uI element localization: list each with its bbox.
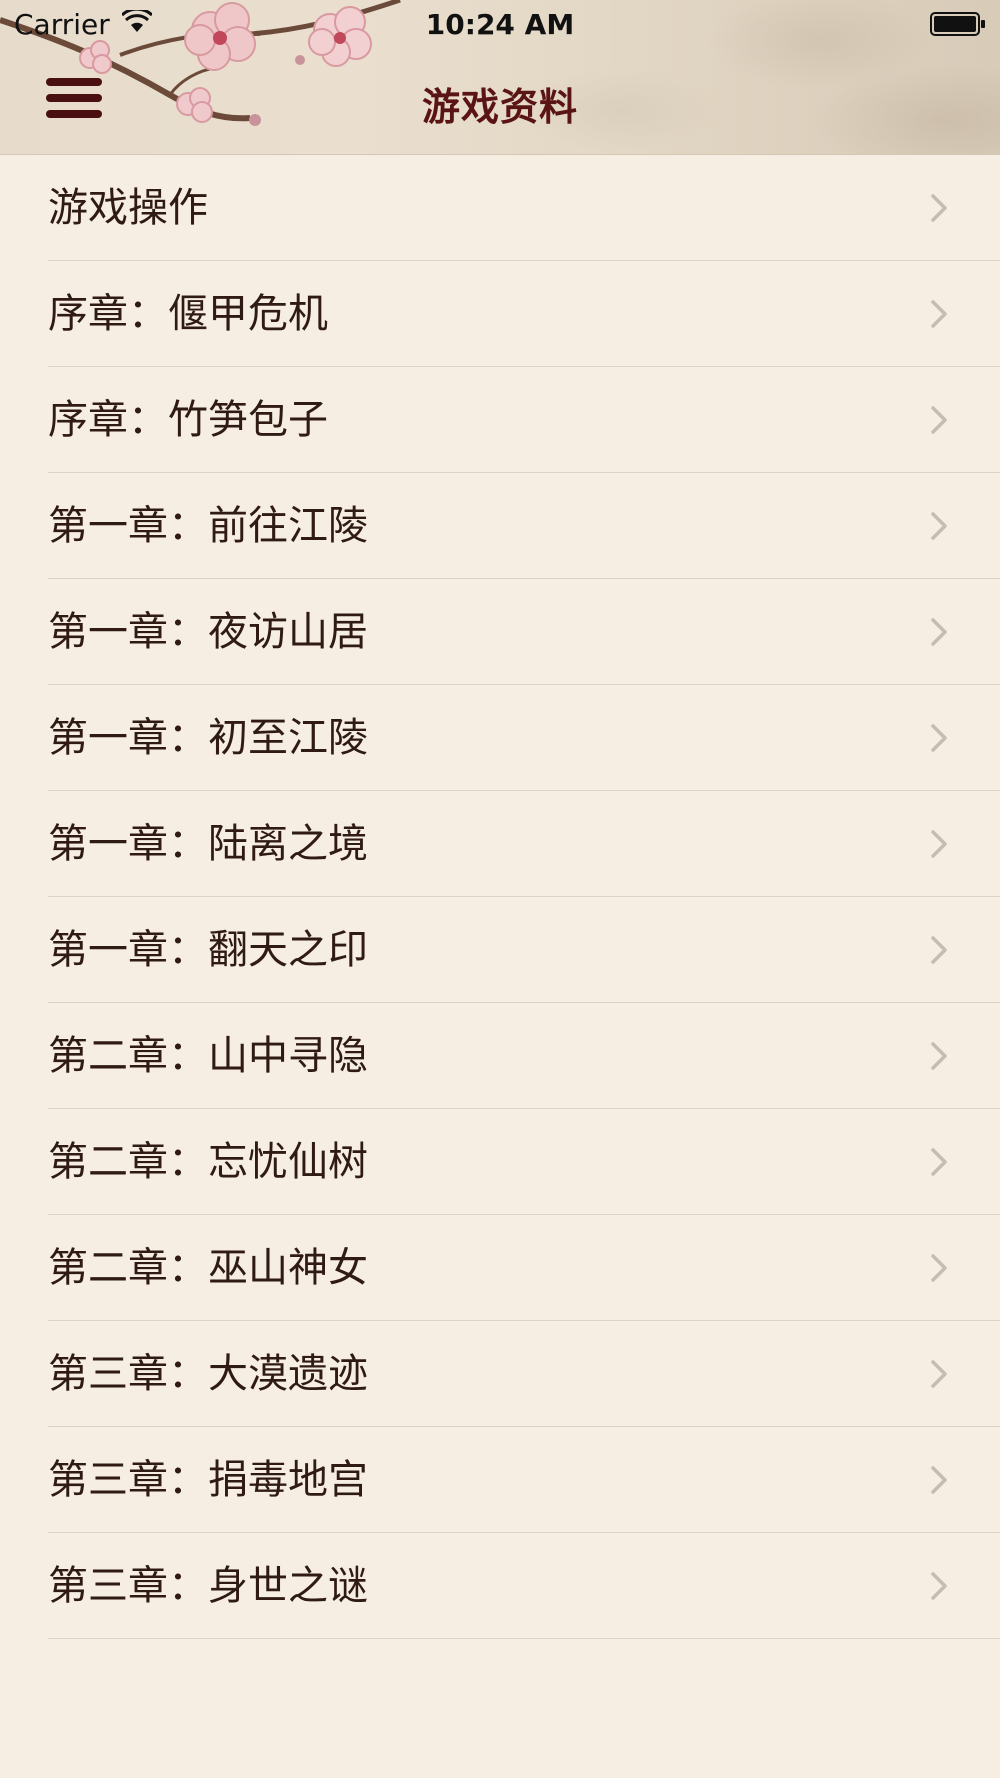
list-item-label: 第三章：身世之谜 — [48, 1563, 368, 1609]
list-item-label: 第三章：捐毒地宫 — [48, 1457, 368, 1503]
battery-icon — [930, 12, 985, 36]
list-item[interactable]: 第二章：巫山神女 — [0, 1215, 1000, 1321]
list-item[interactable]: 第一章：陆离之境 — [0, 791, 1000, 897]
chevron-right-icon — [931, 1466, 947, 1494]
list-item-label: 游戏操作 — [48, 185, 208, 231]
list-item-label: 第二章：忘忧仙树 — [48, 1139, 368, 1185]
list-item-label: 序章：竹笋包子 — [48, 397, 328, 443]
chevron-right-icon — [931, 1148, 947, 1176]
list-item[interactable]: 第二章：山中寻隐 — [0, 1003, 1000, 1109]
chevron-right-icon — [931, 830, 947, 858]
list-item[interactable]: 序章：偃甲危机 — [0, 261, 1000, 367]
list-item-label: 第三章：大漠遗迹 — [48, 1351, 368, 1397]
status-bar: Carrier 10:24 AM — [0, 0, 1000, 48]
list-item[interactable]: 序章：竹笋包子 — [0, 367, 1000, 473]
chevron-right-icon — [931, 618, 947, 646]
list-item[interactable]: 第三章：身世之谜 — [0, 1533, 1000, 1639]
chevron-right-icon — [931, 936, 947, 964]
list-item-label: 第二章：巫山神女 — [48, 1245, 368, 1291]
list-separator — [48, 1638, 1000, 1639]
list-item-label: 第一章：陆离之境 — [48, 821, 368, 867]
chevron-right-icon — [931, 406, 947, 434]
list-item-label: 第二章：山中寻隐 — [48, 1033, 368, 1079]
list-item-label: 第一章：初至江陵 — [48, 715, 368, 761]
chevron-right-icon — [931, 512, 947, 540]
list-item-label: 第一章：夜访山居 — [48, 609, 368, 655]
list-item[interactable]: 第一章：翻天之印 — [0, 897, 1000, 1003]
navigation-header: Carrier 10:24 AM 游戏资料 — [0, 0, 1000, 155]
chevron-right-icon — [931, 194, 947, 222]
list-item-label: 第一章：前往江陵 — [48, 503, 368, 549]
chevron-right-icon — [931, 1360, 947, 1388]
list-item[interactable]: 第一章：夜访山居 — [0, 579, 1000, 685]
chevron-right-icon — [931, 300, 947, 328]
chevron-right-icon — [931, 1572, 947, 1600]
status-time: 10:24 AM — [425, 8, 575, 41]
list-item[interactable]: 第二章：忘忧仙树 — [0, 1109, 1000, 1215]
list-item[interactable]: 第三章：大漠遗迹 — [0, 1321, 1000, 1427]
list-item[interactable]: 第一章：初至江陵 — [0, 685, 1000, 791]
page-title: 游戏资料 — [421, 85, 578, 129]
chevron-right-icon — [931, 1042, 947, 1070]
list-item[interactable]: 游戏操作 — [0, 155, 1000, 261]
list-item-label: 序章：偃甲危机 — [48, 291, 328, 337]
list-item[interactable]: 第三章：捐毒地宫 — [0, 1427, 1000, 1533]
chevron-right-icon — [931, 1254, 947, 1282]
list-item-label: 第一章：翻天之印 — [48, 927, 368, 973]
game-info-list: 游戏操作 序章：偃甲危机 序章：竹笋包子 第一章：前往江陵 第一章：夜访山居 第… — [0, 155, 1000, 1639]
chevron-right-icon — [931, 724, 947, 752]
list-item[interactable]: 第一章：前往江陵 — [0, 473, 1000, 579]
